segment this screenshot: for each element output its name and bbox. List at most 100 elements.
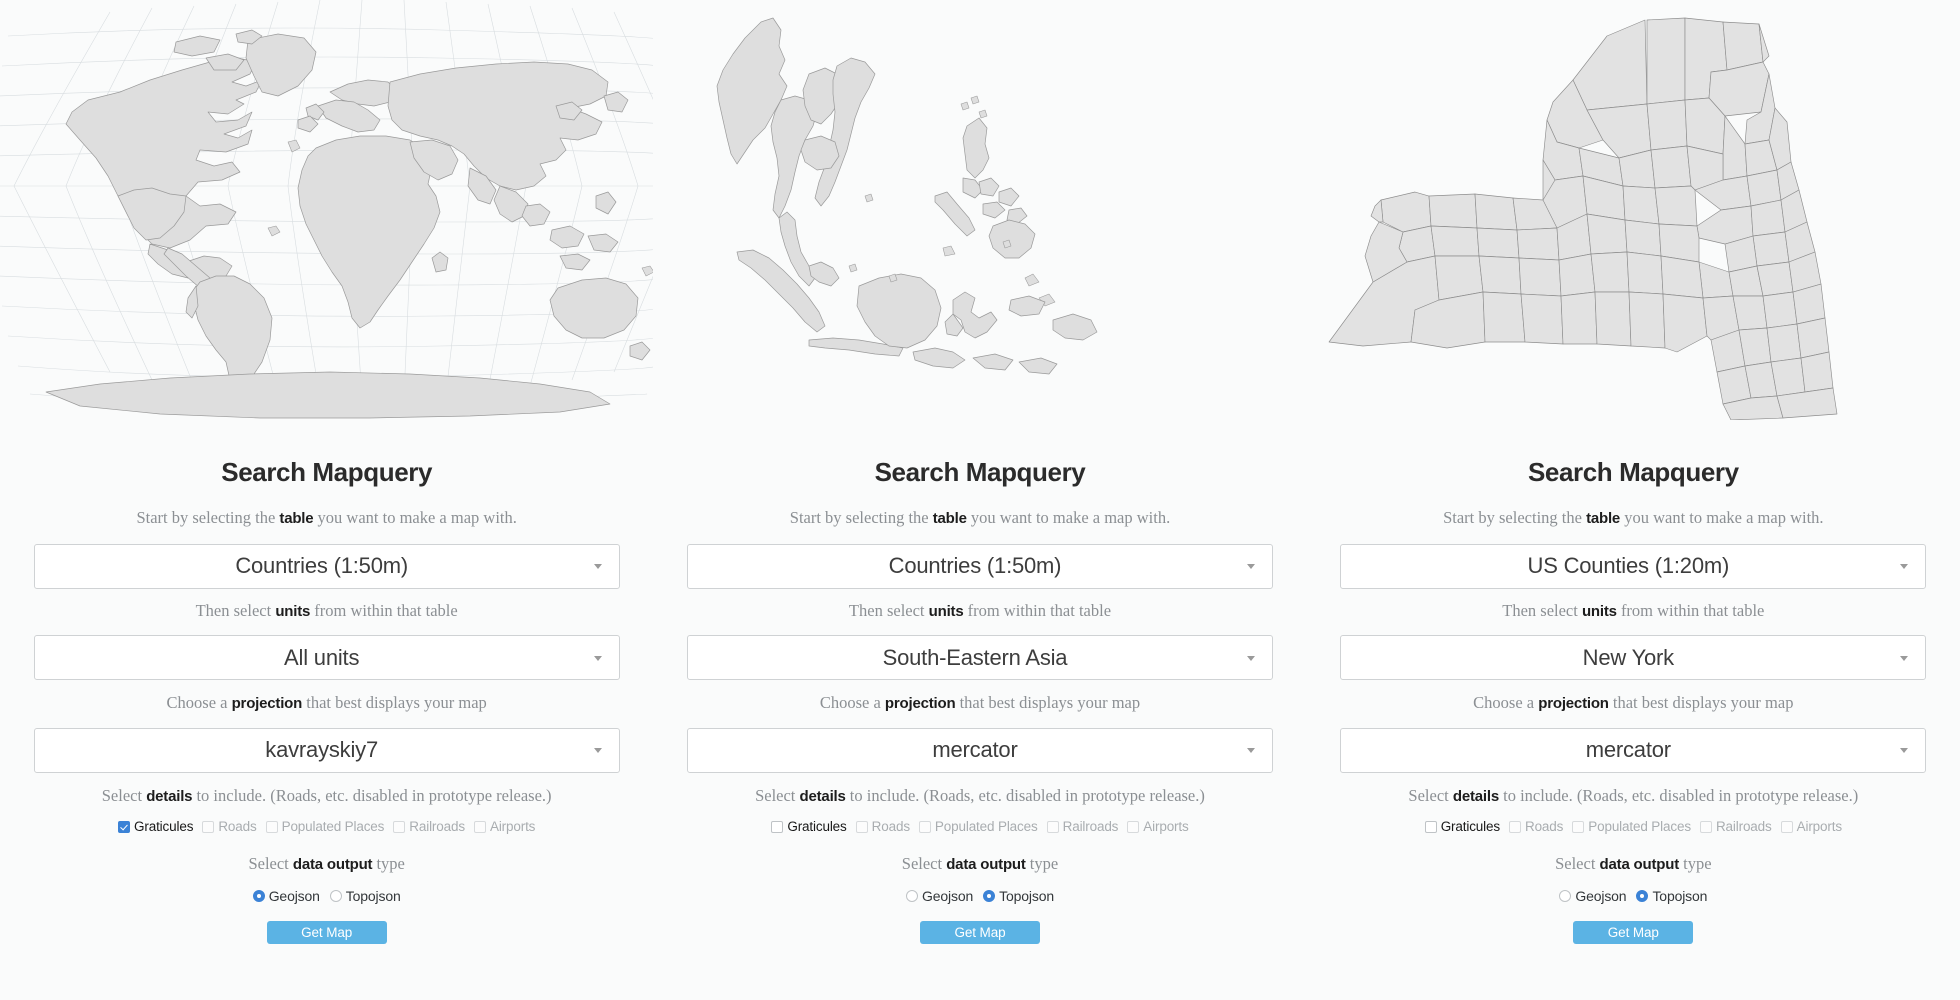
projection-select[interactable]: mercator — [1340, 727, 1927, 773]
checkbox-airports: Airports — [473, 819, 536, 834]
output-radio-group: Geojson Topojson — [906, 889, 1054, 903]
radio-geojson-dot[interactable] — [906, 890, 919, 902]
checkbox-roads-label: Roads — [1524, 819, 1564, 834]
help-text-units: Then select units from within that table — [848, 600, 1112, 620]
chevron-down-icon — [1246, 748, 1255, 753]
chevron-down-icon — [1246, 655, 1255, 661]
radio-topojson-label: Topojson — [345, 888, 401, 904]
radio-geojson[interactable]: Geojson — [906, 889, 973, 903]
checkbox-railroads: Railroads — [393, 820, 465, 834]
page-title: Search Mapquery — [874, 457, 1086, 487]
panel-world: Search Mapquery Start by selecting the t… — [0, 0, 654, 1000]
checkbox-graticules-label: Graticules — [1440, 819, 1500, 834]
help-text-details: Select details to include. (Roads, etc. … — [755, 785, 1205, 805]
table-select-value: Countries (1:50m) — [235, 553, 408, 578]
checkbox-airports-box — [1780, 820, 1793, 833]
checkbox-populated-places-box — [918, 820, 931, 833]
help-text-output: Select data output type — [248, 853, 405, 873]
help-text-table: Start by selecting the table you want to… — [789, 508, 1171, 527]
checkbox-graticules-label: Graticules — [134, 819, 194, 834]
checkbox-populated-places: Populated Places — [918, 819, 1038, 834]
checkbox-airports-box — [473, 820, 486, 833]
checkbox-railroads-box — [1046, 820, 1059, 833]
new-york-counties-map-preview — [1307, 0, 1960, 420]
radio-topojson-dot[interactable] — [1636, 890, 1649, 902]
get-map-button[interactable]: Get Map — [1573, 921, 1694, 944]
radio-geojson-label: Geojson — [922, 888, 974, 904]
table-select-value: US Counties (1:20m) — [1527, 553, 1730, 578]
panel-new-york: Search Mapquery Start by selecting the t… — [1306, 0, 1960, 1000]
checkbox-graticules-box[interactable] — [118, 820, 131, 833]
checkbox-populated-places-label: Populated Places — [934, 819, 1038, 834]
details-checkbox-group: Graticules Roads Populated Places Railro… — [771, 819, 1189, 834]
table-select[interactable]: Countries (1:50m) — [686, 543, 1273, 589]
checkbox-graticules-box[interactable] — [771, 820, 784, 833]
chevron-down-icon — [1900, 655, 1909, 661]
chevron-down-icon — [1900, 748, 1909, 753]
checkbox-railroads-box — [1699, 820, 1712, 833]
panel-world-form: Search Mapquery Start by selecting the t… — [0, 420, 653, 1000]
units-select[interactable]: South-Eastern Asia — [686, 635, 1273, 680]
new-york-counties — [1328, 17, 1837, 420]
checkbox-airports-box — [1127, 820, 1140, 833]
checkbox-railroads: Railroads — [1699, 820, 1772, 834]
radio-geojson[interactable]: Geojson — [252, 888, 320, 904]
output-radio-group: Geojson Topojson — [1559, 889, 1707, 903]
help-text-units: Then select units from within that table — [1502, 600, 1765, 620]
checkbox-railroads: Railroads — [1046, 819, 1119, 834]
projection-select-value: mercator — [932, 737, 1018, 762]
chevron-down-icon — [1900, 564, 1909, 569]
checkbox-railroads-label: Railroads — [1062, 819, 1119, 834]
world-map-kavrayskiy7-svg — [0, 0, 654, 419]
projection-select-value: mercator — [1585, 737, 1671, 762]
chevron-down-icon — [593, 748, 602, 753]
checkbox-railroads-box — [393, 820, 406, 833]
checkbox-roads-box — [202, 820, 215, 833]
radio-geojson[interactable]: Geojson — [1559, 888, 1627, 904]
radio-topojson[interactable]: Topojson — [1636, 889, 1707, 903]
checkbox-airports-label: Airports — [489, 819, 536, 834]
radio-topojson-dot[interactable] — [329, 890, 342, 902]
checkbox-graticules[interactable]: Graticules — [771, 820, 847, 834]
radio-geojson-dot[interactable] — [252, 890, 265, 902]
world-landmasses — [45, 29, 654, 419]
chevron-down-icon — [593, 564, 602, 569]
radio-geojson-dot[interactable] — [1559, 890, 1572, 902]
checkbox-graticules[interactable]: Graticules — [118, 820, 193, 834]
projection-select[interactable]: kavrayskiy7 — [33, 727, 620, 773]
units-select[interactable]: All units — [33, 635, 620, 680]
help-text-table: Start by selecting the table you want to… — [1443, 508, 1824, 527]
radio-geojson-label: Geojson — [268, 888, 320, 904]
checkbox-railroads-label: Railroads — [409, 819, 465, 834]
page-title: Search Mapquery — [1527, 457, 1739, 487]
help-text-details: Select details to include. (Roads, etc. … — [1408, 785, 1859, 805]
table-select[interactable]: US Counties (1:20m) — [1340, 543, 1927, 589]
checkbox-roads-label: Roads — [218, 819, 257, 834]
table-select-value: Countries (1:50m) — [888, 553, 1062, 578]
units-select-value: All units — [284, 644, 360, 670]
panel-south-eastern-asia: Search Mapquery Start by selecting the t… — [653, 0, 1307, 1000]
checkbox-airports: Airports — [1127, 820, 1189, 834]
checkbox-graticules[interactable]: Graticules — [1424, 819, 1500, 834]
help-text-output: Select data output type — [1555, 853, 1712, 873]
help-text-table: Start by selecting the table you want to… — [136, 508, 517, 527]
radio-geojson-label: Geojson — [1575, 888, 1627, 904]
get-map-button[interactable]: Get Map — [919, 921, 1040, 944]
radio-topojson[interactable]: Topojson — [983, 889, 1054, 903]
checkbox-graticules-box[interactable] — [1424, 820, 1437, 833]
checkbox-populated-places-label: Populated Places — [1588, 819, 1691, 834]
get-map-button[interactable]: Get Map — [266, 921, 387, 944]
details-checkbox-group: Graticules Roads Populated Places Railro… — [1424, 819, 1842, 834]
projection-select[interactable]: mercator — [686, 727, 1273, 773]
units-select-value: New York — [1582, 644, 1675, 670]
radio-topojson[interactable]: Topojson — [329, 888, 401, 904]
table-select[interactable]: Countries (1:50m) — [33, 543, 620, 589]
mapquery-app: Search Mapquery Start by selecting the t… — [0, 0, 1960, 1000]
units-select[interactable]: New York — [1340, 635, 1927, 680]
checkbox-roads: Roads — [855, 820, 910, 834]
checkbox-roads: Roads — [1508, 819, 1564, 834]
new-york-counties-map-mercator-svg — [1328, 17, 1837, 420]
help-text-projection: Choose a projection that best displays y… — [1473, 693, 1794, 712]
help-text-projection: Choose a projection that best displays y… — [166, 693, 487, 712]
radio-topojson-dot[interactable] — [983, 890, 996, 902]
